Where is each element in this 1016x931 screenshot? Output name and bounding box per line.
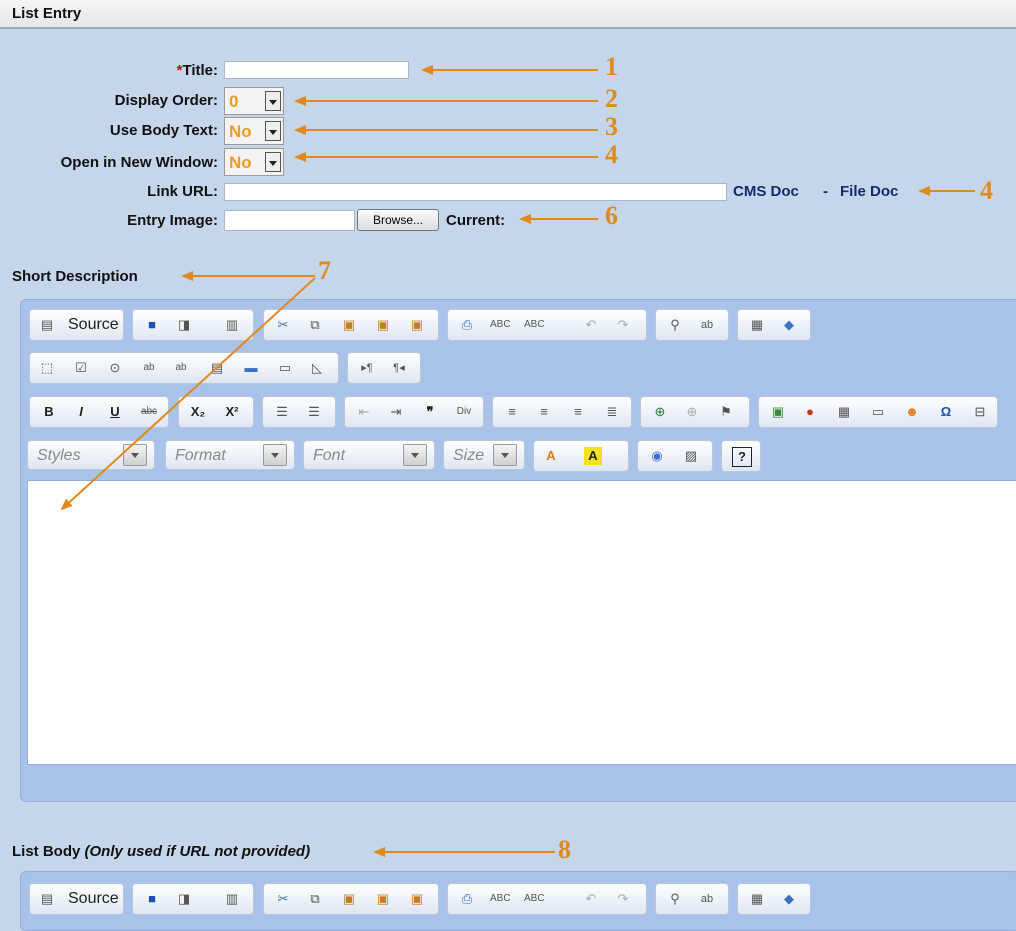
annotation-4b: 4: [980, 176, 993, 205]
annotation-4: 4: [605, 140, 618, 169]
annotation-arrows: [60, 65, 975, 857]
annotation-3: 3: [605, 112, 618, 141]
annotation-6: 6: [605, 201, 618, 230]
annotation-2: 2: [605, 84, 618, 113]
annotation-8: 8: [558, 835, 571, 864]
annotation-7: 7: [318, 256, 331, 285]
annotation-1: 1: [605, 52, 618, 81]
arrow-7b: [60, 277, 316, 511]
